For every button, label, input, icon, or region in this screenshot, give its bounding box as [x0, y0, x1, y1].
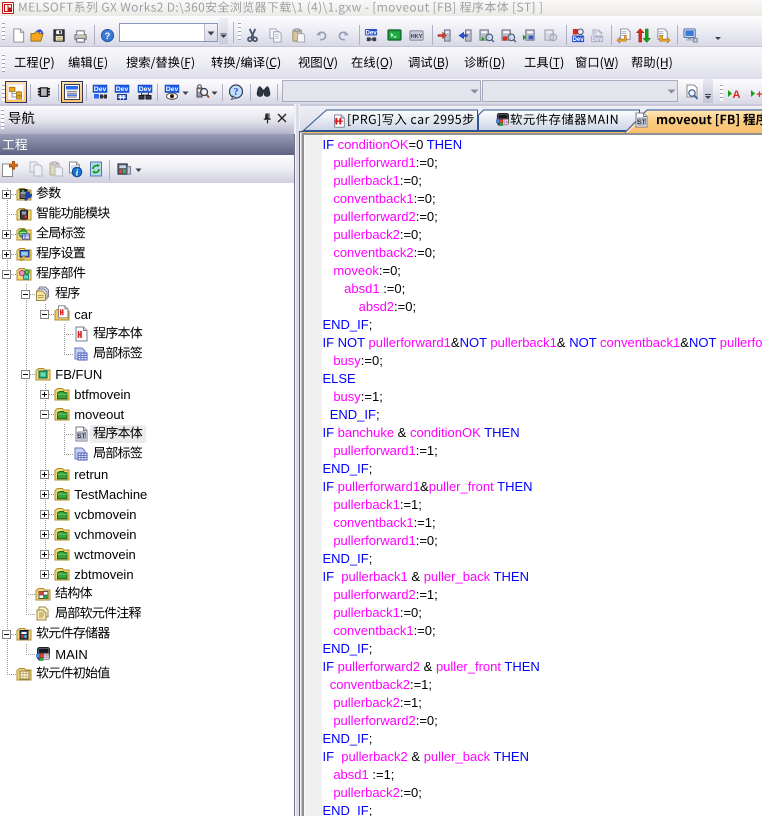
svg-text:+: +: [756, 89, 762, 101]
svg-text:Dev: Dev: [139, 86, 152, 93]
svg-text:?: ?: [234, 87, 239, 98]
svg-text:Dev: Dev: [591, 36, 603, 43]
svg-text:A: A: [733, 89, 741, 101]
svg-text:Dev: Dev: [365, 30, 377, 37]
svg-text:Dev: Dev: [166, 86, 179, 93]
svg-text:Dev: Dev: [572, 36, 584, 43]
svg-text:HKY: HKY: [411, 34, 423, 40]
svg-text:ST: ST: [77, 433, 85, 440]
svg-text:Dev: Dev: [94, 86, 107, 93]
svg-text:Dev: Dev: [116, 86, 129, 93]
svg-text:?: ?: [105, 31, 111, 41]
svg-text:ST: ST: [637, 119, 645, 126]
